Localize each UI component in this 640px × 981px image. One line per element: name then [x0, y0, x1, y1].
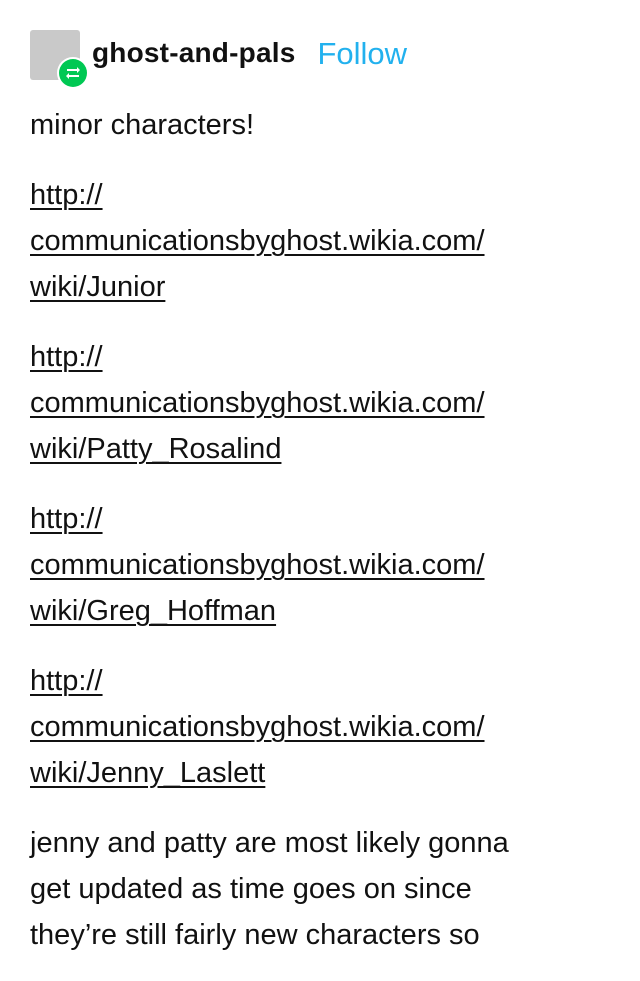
link-line: communicationsbyghost.wikia.com/ [30, 549, 485, 581]
link-line: http:// [30, 341, 103, 373]
link-paragraph: http:// communicationsbyghost.wikia.com/… [30, 172, 610, 310]
reblog-icon [59, 59, 87, 87]
wiki-link-jenny-laslett[interactable]: http:// communicationsbyghost.wikia.com/… [30, 658, 610, 796]
link-paragraph: http:// communicationsbyghost.wikia.com/… [30, 658, 610, 796]
wiki-link-greg-hoffman[interactable]: http:// communicationsbyghost.wikia.com/… [30, 496, 610, 634]
link-line: http:// [30, 179, 103, 211]
outro-line: get updated as time goes on since [30, 873, 472, 905]
link-line: wiki/Junior [30, 271, 166, 303]
reblog-badge [57, 57, 89, 89]
follow-button[interactable]: Follow [317, 36, 407, 72]
outro-line: jenny and patty are most likely gonna [30, 827, 509, 859]
link-line: communicationsbyghost.wikia.com/ [30, 387, 485, 419]
link-line: http:// [30, 665, 103, 697]
outro-text: jenny and patty are most likely gonna ge… [30, 820, 610, 958]
intro-text: minor characters! [30, 109, 255, 141]
link-line: communicationsbyghost.wikia.com/ [30, 225, 485, 257]
wiki-link-junior[interactable]: http:// communicationsbyghost.wikia.com/… [30, 172, 610, 310]
avatar-container[interactable] [30, 30, 89, 89]
link-line: wiki/Greg_Hoffman [30, 595, 277, 627]
post-header: ghost-and-pals Follow [30, 26, 407, 89]
link-line: wiki/Patty_Rosalind [30, 433, 282, 465]
post: ghost-and-pals Follow minor characters! … [0, 0, 640, 981]
link-line: communicationsbyghost.wikia.com/ [30, 711, 485, 743]
post-body: minor characters! http:// communications… [30, 102, 610, 981]
link-paragraph: http:// communicationsbyghost.wikia.com/… [30, 334, 610, 472]
link-line: http:// [30, 503, 103, 535]
link-paragraph: http:// communicationsbyghost.wikia.com/… [30, 496, 610, 634]
wiki-link-patty-rosalind[interactable]: http:// communicationsbyghost.wikia.com/… [30, 334, 610, 472]
outro-line: they’re still fairly new characters so [30, 919, 480, 951]
link-line: wiki/Jenny_Laslett [30, 757, 266, 789]
username[interactable]: ghost-and-pals [92, 37, 295, 69]
